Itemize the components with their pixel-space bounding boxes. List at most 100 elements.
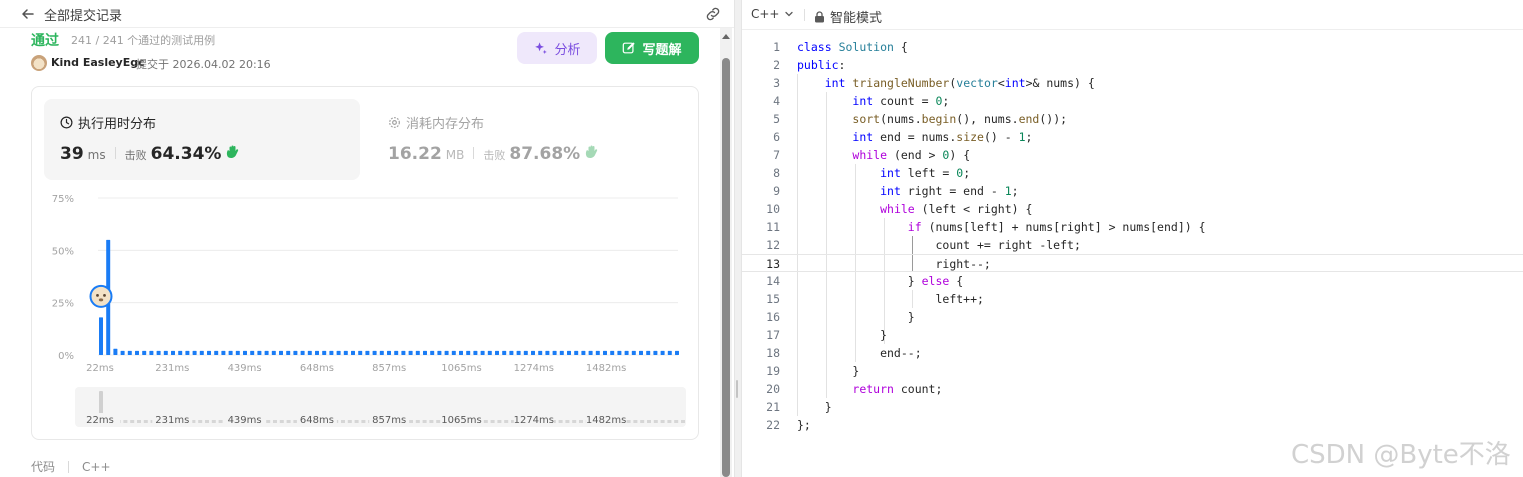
language-selector[interactable]: C++ [751, 7, 794, 21]
link-icon[interactable] [704, 6, 722, 22]
write-solution-button[interactable]: 写题解 [605, 32, 699, 64]
bar[interactable] [250, 350, 255, 355]
bar[interactable] [653, 350, 658, 355]
bar[interactable] [171, 350, 175, 355]
bar[interactable] [387, 350, 391, 355]
bar[interactable] [437, 350, 442, 355]
memory-tab[interactable]: 消耗内存分布 16.22 MB 击败 87.68% [388, 99, 688, 180]
bar[interactable] [617, 350, 622, 355]
pane-splitter[interactable] [734, 0, 742, 477]
bar[interactable] [178, 350, 183, 355]
bar[interactable] [228, 350, 233, 355]
bar[interactable] [149, 350, 154, 355]
bar[interactable] [207, 350, 211, 355]
bar[interactable] [423, 350, 427, 355]
bar[interactable] [286, 350, 291, 355]
bar[interactable] [322, 350, 327, 355]
bar[interactable] [135, 350, 139, 355]
bar[interactable] [300, 350, 305, 355]
bar[interactable] [156, 350, 161, 355]
runtime-tab[interactable]: 执行用时分布 39 ms 击败 64.34% [44, 99, 360, 180]
bar[interactable] [336, 350, 341, 355]
all-submissions-link[interactable]: 全部提交记录 [44, 5, 122, 24]
bar[interactable] [487, 350, 492, 355]
bar[interactable] [142, 350, 147, 355]
bar[interactable] [480, 350, 485, 355]
bar[interactable] [459, 350, 463, 355]
bar[interactable] [603, 350, 607, 355]
bar[interactable] [495, 350, 499, 355]
bar[interactable] [372, 350, 377, 355]
arrow-left-icon[interactable] [20, 6, 36, 22]
bar[interactable] [329, 350, 334, 355]
scroll-up-arrow[interactable] [722, 34, 730, 39]
runtime-distribution-chart[interactable]: 75% 50% 25% 0% 22ms 231ms 439ms 648ms 857ms 1065… [32, 187, 698, 432]
bar[interactable] [523, 350, 528, 355]
bar[interactable] [408, 350, 413, 355]
bar[interactable] [509, 350, 514, 355]
bar[interactable] [235, 350, 240, 355]
avatar[interactable] [31, 55, 47, 71]
bar[interactable] [379, 350, 384, 355]
bar[interactable] [595, 350, 600, 355]
bar[interactable] [559, 350, 564, 355]
bar[interactable] [624, 350, 629, 355]
bar[interactable] [99, 317, 103, 355]
bar[interactable] [646, 350, 651, 355]
bar[interactable] [415, 350, 420, 355]
bar[interactable] [581, 350, 586, 355]
bar[interactable] [257, 350, 262, 355]
bar[interactable] [221, 350, 226, 355]
bar[interactable] [185, 350, 190, 355]
bar[interactable] [667, 350, 672, 355]
bar[interactable] [315, 350, 319, 355]
bar[interactable] [660, 350, 665, 355]
bar[interactable] [271, 350, 276, 355]
bar[interactable] [351, 350, 355, 355]
bar[interactable] [545, 350, 550, 355]
bar[interactable] [430, 350, 435, 355]
bar[interactable] [243, 350, 247, 355]
bar[interactable] [192, 350, 197, 355]
bar[interactable] [358, 350, 363, 355]
bar[interactable] [631, 350, 636, 355]
user-marker[interactable] [89, 284, 113, 308]
bar[interactable] [588, 350, 593, 355]
bar[interactable] [574, 350, 579, 355]
bar[interactable] [214, 350, 219, 355]
user-avatar-marker[interactable] [89, 284, 113, 308]
bar[interactable] [343, 350, 348, 355]
scrollbar-thumb[interactable] [722, 58, 730, 477]
bar[interactable] [307, 350, 312, 355]
bar[interactable] [610, 350, 615, 355]
bar[interactable] [502, 350, 507, 355]
bar[interactable] [120, 350, 125, 355]
bar[interactable] [113, 348, 118, 355]
bar[interactable] [531, 350, 535, 355]
bar[interactable] [394, 350, 399, 355]
bar[interactable] [516, 350, 521, 355]
bar[interactable] [365, 350, 370, 355]
bar[interactable] [401, 350, 406, 355]
bar[interactable] [451, 350, 456, 355]
bar[interactable] [444, 350, 449, 355]
analyze-button[interactable]: 分析 [517, 32, 597, 64]
bar[interactable] [279, 350, 283, 355]
bar[interactable] [639, 350, 643, 355]
bar[interactable] [199, 350, 204, 355]
bar[interactable] [264, 350, 269, 355]
bar[interactable] [466, 350, 471, 355]
bar[interactable] [127, 350, 132, 355]
smart-mode-toggle[interactable]: 智能模式 [814, 7, 882, 26]
code-editor[interactable]: 1 class Solution { 2 public: 3 int triangl… [742, 38, 1523, 458]
bar[interactable] [675, 350, 679, 355]
bars[interactable] [99, 239, 679, 355]
bar[interactable] [567, 350, 571, 355]
username[interactable]: Kind EasleyEgc [51, 56, 145, 69]
bar[interactable] [163, 350, 168, 355]
splitter-grip[interactable] [736, 380, 738, 398]
bar[interactable] [473, 350, 478, 355]
bar[interactable] [552, 350, 557, 355]
bar[interactable] [538, 350, 543, 355]
bar[interactable] [293, 350, 298, 355]
